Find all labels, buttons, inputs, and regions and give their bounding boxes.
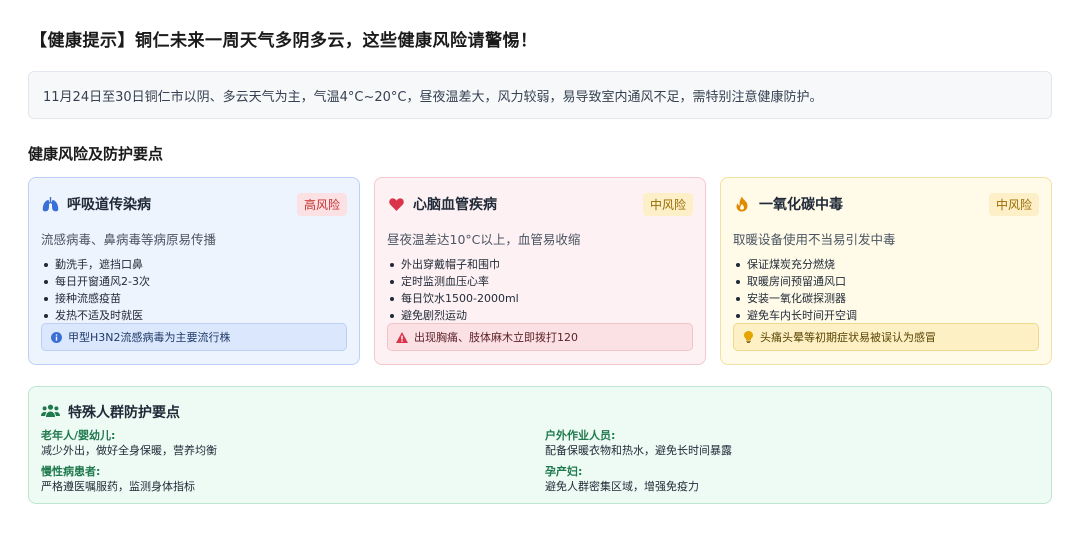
warning-icon <box>396 331 408 343</box>
risk-card-co-poisoning: 一氧化碳中毒 中风险 取暖设备使用不当易引发中毒 保证煤炭充分燃烧 取暖房间预留… <box>720 177 1052 365</box>
group-label: 户外作业人员: <box>545 429 616 442</box>
group-text: 严格遵医嘱服药，监测身体指标 <box>41 480 195 493</box>
group-text: 配备保暖衣物和热水，避免长时间暴露 <box>545 444 732 457</box>
note-text: 出现胸痛、肢体麻木立即拨打120 <box>414 331 578 344</box>
people-group-icon <box>41 403 60 422</box>
card-title: 心脑血管疾病 <box>413 197 497 213</box>
group-pregnant-women: 孕产妇: 避免人群密集区域，增强免疫力 <box>545 464 699 494</box>
weather-summary-text: 11月24日至30日铜仁市以阴、多云天气为主，气温4°C~20°C，昼夜温差大，… <box>43 89 823 105</box>
lungs-icon <box>41 195 59 213</box>
weather-summary-box: 11月24日至30日铜仁市以阴、多云天气为主，气温4°C~20°C，昼夜温差大，… <box>28 71 1052 119</box>
lightbulb-icon <box>742 331 754 343</box>
heart-icon <box>387 195 405 213</box>
protection-list: 外出穿戴帽子和围巾 定时监测血压心率 每日饮水1500-2000ml 避免剧烈运… <box>387 256 693 324</box>
list-item: 取暖房间预留通风口 <box>733 273 1039 290</box>
info-icon <box>50 331 62 343</box>
list-item: 外出穿戴帽子和围巾 <box>387 256 693 273</box>
list-item: 每日饮水1500-2000ml <box>387 290 693 307</box>
group-text: 避免人群密集区域，增强免疫力 <box>545 480 699 493</box>
list-item: 勤洗手，遮挡口鼻 <box>41 256 347 273</box>
list-item: 每日开窗通风2-3次 <box>41 273 347 290</box>
group-text: 减少外出，做好全身保暖，营养均衡 <box>41 444 217 457</box>
risk-badge: 中风险 <box>988 192 1039 216</box>
note-text: 头痛头晕等初期症状易被误认为感冒 <box>760 331 936 344</box>
special-groups-title: 特殊人群防护要点 <box>68 405 180 421</box>
risk-card-respiratory: 呼吸道传染病 高风险 流感病毒、鼻病毒等病原易传播 勤洗手，遮挡口鼻 每日开窗通… <box>28 177 360 365</box>
card-description: 取暖设备使用不当易引发中毒 <box>733 232 896 247</box>
card-note: 甲型H3N2流感病毒为主要流行株 <box>41 323 347 351</box>
group-elderly-infants: 老年人/婴幼儿: 减少外出，做好全身保暖，营养均衡 <box>41 428 217 458</box>
protection-list: 勤洗手，遮挡口鼻 每日开窗通风2-3次 接种流感疫苗 发热不适及时就医 <box>41 256 347 324</box>
list-item: 避免剧烈运动 <box>387 307 693 324</box>
risk-card-cardiovascular: 心脑血管疾病 中风险 昼夜温差达10°C以上，血管易收缩 外出穿戴帽子和围巾 定… <box>374 177 706 365</box>
list-item: 定时监测血压心率 <box>387 273 693 290</box>
group-chronic-patients: 慢性病患者: 严格遵医嘱服药，监测身体指标 <box>41 464 195 494</box>
protection-list: 保证煤炭充分燃烧 取暖房间预留通风口 安装一氧化碳探测器 避免车内长时间开空调 <box>733 256 1039 324</box>
fire-icon <box>733 195 751 213</box>
card-title: 一氧化碳中毒 <box>759 197 843 213</box>
list-item: 接种流感疫苗 <box>41 290 347 307</box>
list-item: 保证煤炭充分燃烧 <box>733 256 1039 273</box>
special-groups-box: 特殊人群防护要点 老年人/婴幼儿: 减少外出，做好全身保暖，营养均衡 户外作业人… <box>28 386 1052 504</box>
card-note: 出现胸痛、肢体麻木立即拨打120 <box>387 323 693 351</box>
card-note: 头痛头晕等初期症状易被误认为感冒 <box>733 323 1039 351</box>
card-description: 流感病毒、鼻病毒等病原易传播 <box>41 232 217 247</box>
card-description: 昼夜温差达10°C以上，血管易收缩 <box>387 232 581 247</box>
list-item: 避免车内长时间开空调 <box>733 307 1039 324</box>
group-outdoor-workers: 户外作业人员: 配备保暖衣物和热水，避免长时间暴露 <box>545 428 732 458</box>
group-label: 孕产妇: <box>545 465 583 478</box>
group-label: 慢性病患者: <box>41 465 101 478</box>
risk-badge: 中风险 <box>642 192 693 216</box>
card-title: 呼吸道传染病 <box>67 197 151 213</box>
list-item: 发热不适及时就医 <box>41 307 347 324</box>
list-item: 安装一氧化碳探测器 <box>733 290 1039 307</box>
risk-badge: 高风险 <box>296 192 347 216</box>
group-label: 老年人/婴幼儿: <box>41 429 116 442</box>
section-title: 健康风险及防护要点 <box>28 145 164 163</box>
note-text: 甲型H3N2流感病毒为主要流行株 <box>68 331 231 344</box>
page-title: 【健康提示】铜仁未来一周天气多阴多云，这些健康风险请警惕！ <box>30 31 538 51</box>
